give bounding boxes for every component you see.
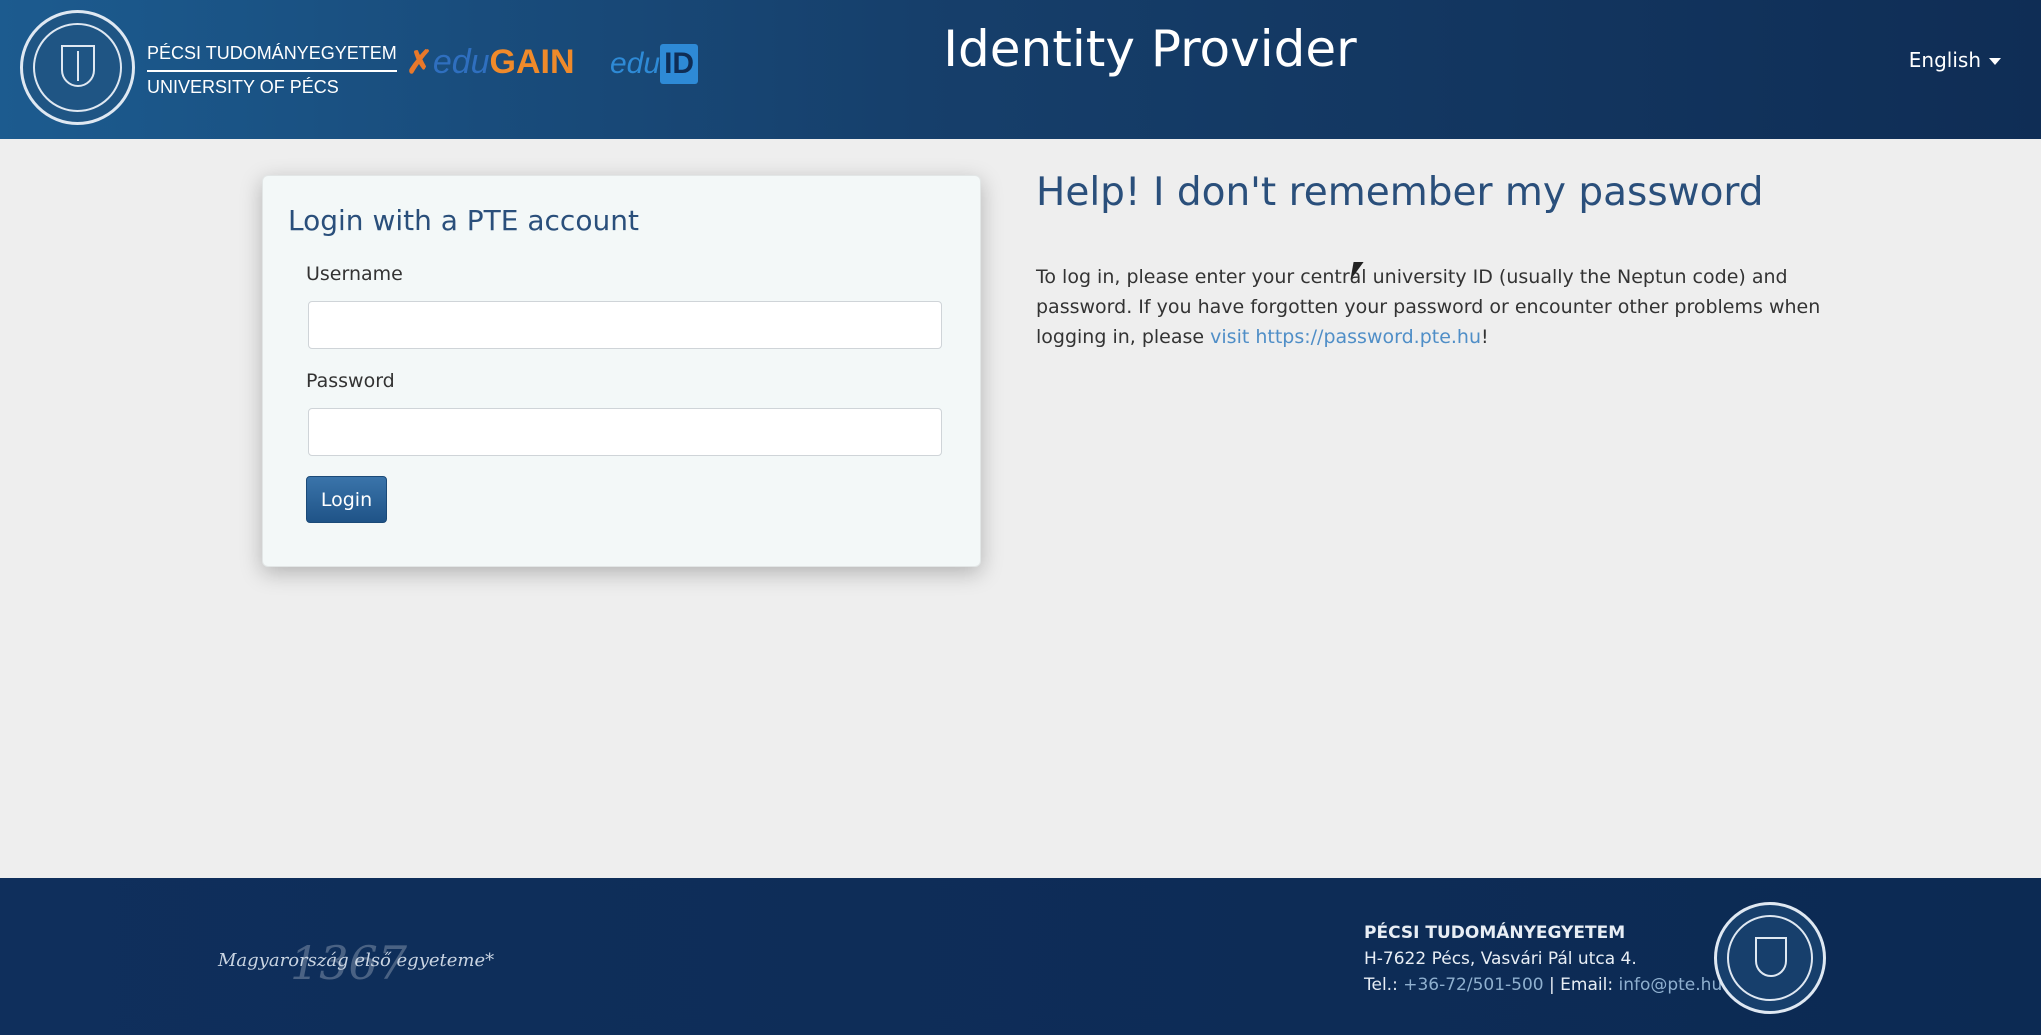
edugain-logo[interactable]: ✗eduGAIN <box>406 40 575 84</box>
login-card: Login with a PTE account Username Passwo… <box>262 175 981 567</box>
footer-tel-email: Tel.: +36-72/501-500 | Email: info@pte.h… <box>1364 972 1722 998</box>
language-label: English <box>1908 48 1981 72</box>
site-footer: 1367 Magyarország első egyeteme* PÉCSI T… <box>0 878 2041 1035</box>
eduid-logo[interactable]: edu ID <box>610 44 699 84</box>
tel-label: Tel.: <box>1364 975 1404 995</box>
page-title: Identity Provider <box>943 20 1357 78</box>
edugain-logo-edu: edu <box>432 43 490 81</box>
university-seal-logo[interactable] <box>20 10 135 125</box>
footer-university-name: PÉCSI TUDOMÁNYEGYETEM <box>1364 923 1626 943</box>
login-heading: Login with a PTE account <box>288 204 639 237</box>
footer-address: H-7622 Pécs, Vasvári Pál utca 4. <box>1364 949 1637 969</box>
help-text: To log in, please enter your central uni… <box>1036 262 1836 352</box>
site-header: PÉCSI TUDOMÁNYEGYETEM UNIVERSITY OF PÉCS… <box>0 0 2041 139</box>
help-text-end: ! <box>1481 326 1489 348</box>
username-input[interactable] <box>308 301 942 349</box>
edugain-star-icon: ✗ <box>406 44 433 80</box>
password-reset-link[interactable]: visit https://password.pte.hu <box>1210 326 1481 348</box>
university-name-hu: PÉCSI TUDOMÁNYEGYETEM <box>147 38 397 72</box>
language-dropdown[interactable]: English <box>1909 48 2001 72</box>
help-title: Help! I don't remember my password <box>1036 170 1764 215</box>
seal-shield-icon <box>61 45 95 87</box>
phone-link[interactable]: +36-72/501-500 <box>1403 975 1543 995</box>
footer-contact: PÉCSI TUDOMÁNYEGYETEM H-7622 Pécs, Vasvá… <box>1364 920 1722 998</box>
edugain-logo-gain: GAIN <box>489 43 575 81</box>
username-label: Username <box>306 263 403 285</box>
email-label: | Email: <box>1543 975 1619 995</box>
login-button[interactable]: Login <box>306 476 387 523</box>
university-name-en: UNIVERSITY OF PÉCS <box>147 77 339 97</box>
footer-seal-logo <box>1714 902 1826 1014</box>
caret-down-icon <box>1989 58 2001 65</box>
password-input[interactable] <box>308 408 942 456</box>
university-name[interactable]: PÉCSI TUDOMÁNYEGYETEM UNIVERSITY OF PÉCS <box>147 38 397 102</box>
password-label: Password <box>306 370 395 392</box>
footer-seal-shield-icon <box>1755 937 1787 977</box>
email-link[interactable]: info@pte.hu <box>1618 975 1722 995</box>
eduid-logo-id: ID <box>660 44 699 84</box>
footer-motto: Magyarország első egyeteme* <box>218 950 495 971</box>
